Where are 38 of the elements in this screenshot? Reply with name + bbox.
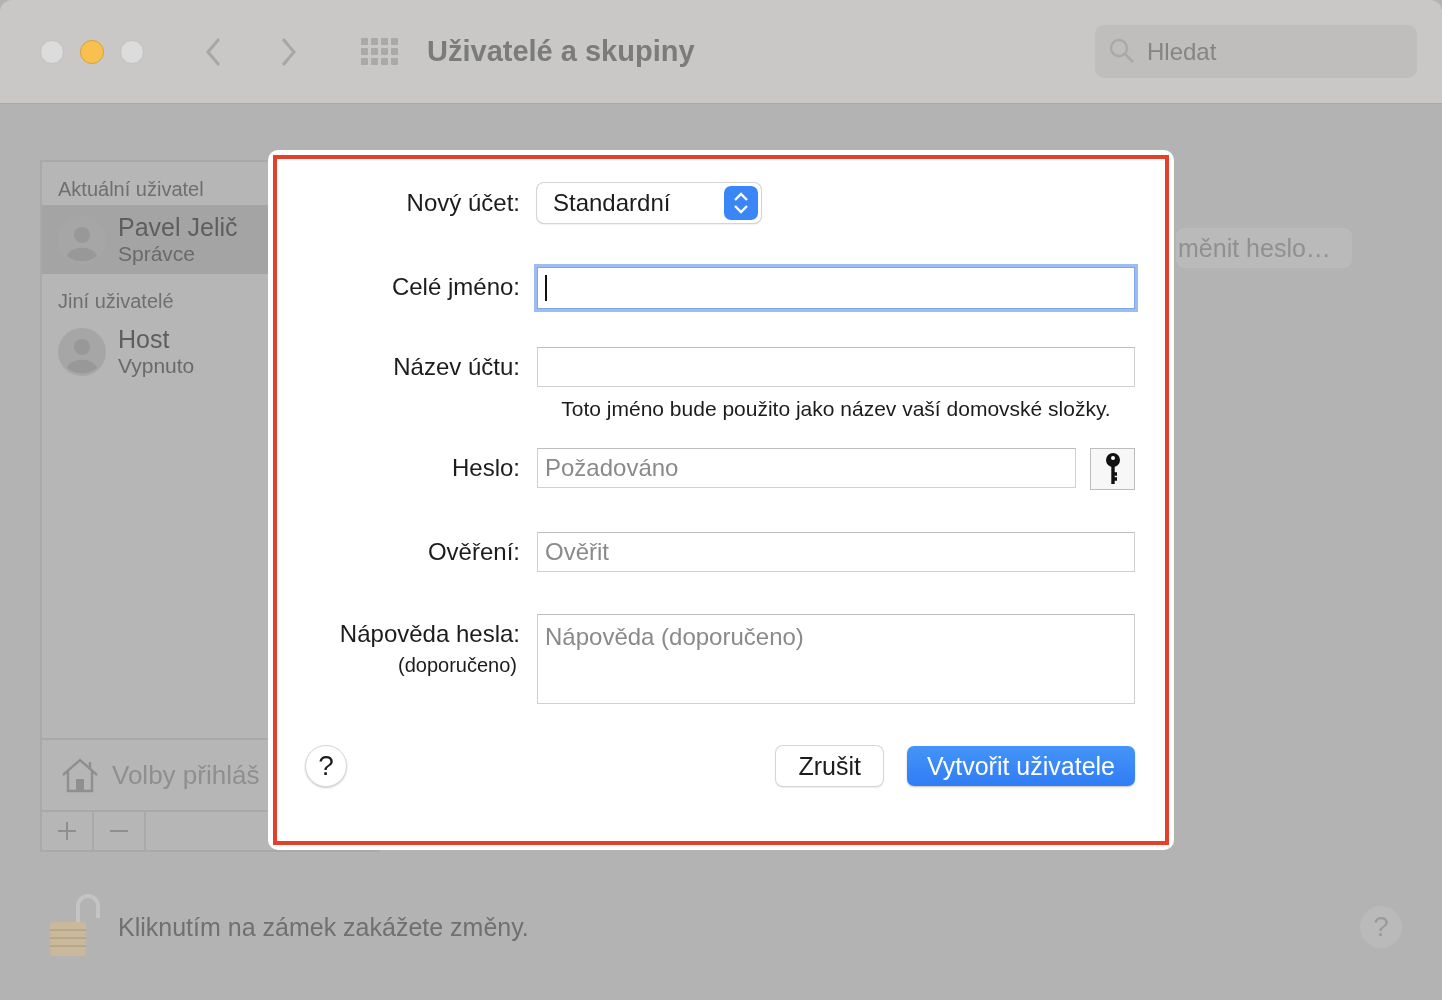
avatar-icon (58, 327, 106, 376)
user-name: Pavel Jelič (118, 213, 238, 242)
password-assistant-button[interactable] (1090, 448, 1135, 490)
plus-icon (57, 821, 77, 841)
zoom-window-icon[interactable] (120, 39, 144, 64)
close-window-icon[interactable] (40, 39, 64, 64)
create-button[interactable]: Vytvořit uživatele (906, 746, 1135, 786)
field-label: Ověření: (427, 537, 520, 567)
text-cursor (545, 275, 547, 301)
cancel-button[interactable]: Zrušit (776, 746, 883, 786)
text-field[interactable]: Ověřit (537, 532, 1135, 572)
grid-icon[interactable] (361, 37, 399, 66)
section-heading: Jiní uživatelé (57, 289, 175, 314)
field-label: Nový účet: (406, 188, 520, 218)
user-role: Správce (118, 242, 197, 266)
user-name: Host (118, 325, 171, 354)
search-field[interactable]: Hledat (1095, 25, 1417, 78)
text-field[interactable] (537, 267, 1135, 309)
section-heading: Aktuální uživatel (57, 177, 205, 202)
window-title: Uživatelé a skupiny (427, 35, 695, 68)
account-type-popup[interactable]: Standardní (537, 183, 761, 223)
lock-message: Kliknutím na zámek zakážete změny. (118, 912, 529, 942)
user-role: Vypnuto (118, 354, 195, 378)
field-sublabel: (doporučeno) (398, 654, 517, 677)
field-label: Heslo: (451, 453, 520, 483)
house-icon (60, 757, 100, 793)
field-label: Nápověda hesla: (339, 619, 520, 649)
field-label: Název účtu: (393, 352, 520, 382)
field-label: Celé jméno: (391, 272, 520, 302)
minus-icon (109, 830, 129, 832)
text-field[interactable] (537, 347, 1135, 387)
minimize-window-icon[interactable] (80, 39, 104, 64)
help-button[interactable]: ? (305, 745, 347, 787)
stepper-icon (724, 186, 758, 220)
user-item[interactable]: Host Vypnuto (42, 317, 378, 386)
field-note: Toto jméno bude použito jako název vaší domovské složky. (560, 396, 1112, 422)
hint-field[interactable]: Nápověda (doporučeno) (537, 614, 1135, 704)
password-field[interactable]: Požadováno (537, 448, 1076, 488)
